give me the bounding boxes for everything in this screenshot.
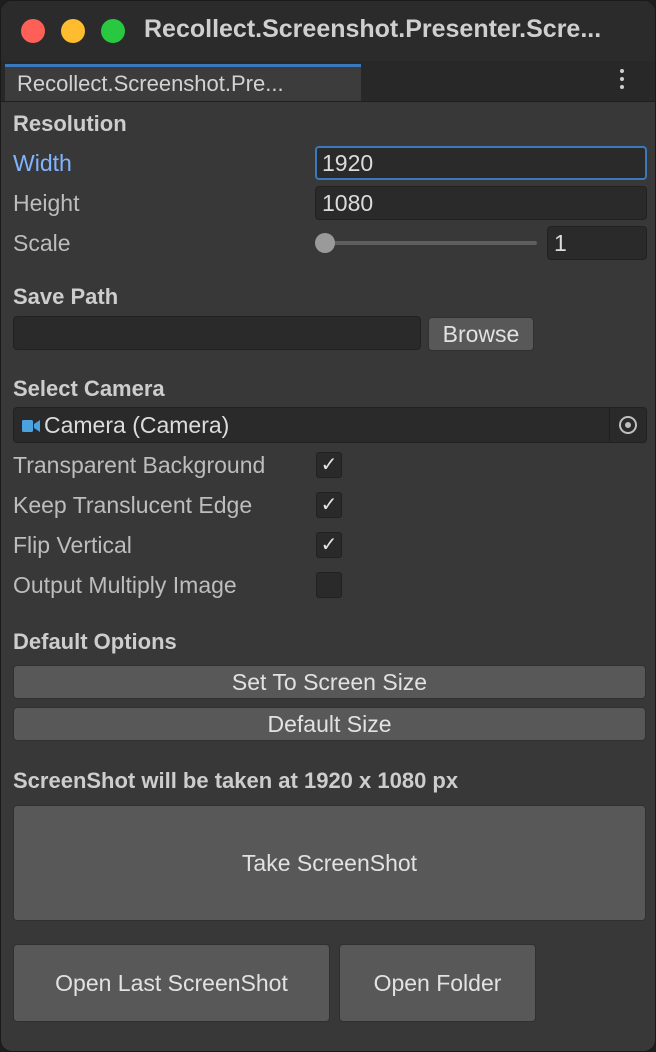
- option-label-output-multiply-image: Output Multiply Image: [13, 572, 237, 598]
- output-multiply-image-checkbox[interactable]: [316, 572, 342, 598]
- kebab-menu-icon[interactable]: [619, 69, 625, 93]
- option-label-keep-translucent-edge: Keep Translucent Edge: [13, 492, 253, 518]
- scale-label: Scale: [13, 230, 71, 256]
- tab-strip: Recollect.Screenshot.Pre...: [1, 61, 655, 102]
- option-label-flip-vertical: Flip Vertical: [13, 532, 132, 558]
- width-input[interactable]: 1920: [315, 146, 647, 180]
- checkmark-icon: ✓: [320, 534, 338, 556]
- save-path-input[interactable]: [13, 316, 421, 350]
- title-bar[interactable]: Recollect.Screenshot.Presenter.Scre...: [1, 1, 655, 61]
- tab-screenshot-presenter[interactable]: Recollect.Screenshot.Pre...: [5, 64, 361, 101]
- default-options-heading: Default Options: [13, 629, 177, 654]
- screenshot-status-text: ScreenShot will be taken at 1920 x 1080 …: [13, 768, 459, 793]
- window-title: Recollect.Screenshot.Presenter.Scre...: [144, 15, 602, 43]
- height-label: Height: [13, 190, 80, 216]
- select-camera-heading: Select Camera: [13, 376, 165, 401]
- close-window-button[interactable]: [21, 19, 45, 43]
- object-picker-icon[interactable]: [619, 416, 637, 434]
- browse-button[interactable]: Browse: [428, 317, 534, 351]
- open-last-screenshot-button[interactable]: Open Last ScreenShot: [13, 944, 330, 1022]
- minimize-window-button[interactable]: [61, 19, 85, 43]
- width-label: Width: [13, 150, 72, 176]
- checkmark-icon: ✓: [320, 494, 338, 516]
- save-path-heading: Save Path: [13, 284, 119, 309]
- transparent-background-checkbox[interactable]: ✓: [316, 452, 342, 478]
- option-label-transparent-background: Transparent Background: [13, 452, 266, 478]
- checkmark-icon: ✓: [320, 454, 338, 476]
- picker-separator: [609, 408, 610, 442]
- take-screenshot-button[interactable]: Take ScreenShot: [13, 805, 646, 921]
- set-to-screen-size-button[interactable]: Set To Screen Size: [13, 665, 646, 699]
- scale-slider-thumb[interactable]: [315, 233, 335, 253]
- flip-vertical-checkbox[interactable]: ✓: [316, 532, 342, 558]
- height-input[interactable]: 1080: [315, 186, 647, 220]
- camera-object-field[interactable]: Camera (Camera): [13, 407, 647, 443]
- scale-input[interactable]: 1: [547, 226, 647, 260]
- maximize-window-button[interactable]: [101, 19, 125, 43]
- resolution-heading: Resolution: [13, 111, 127, 136]
- default-size-button[interactable]: Default Size: [13, 707, 646, 741]
- scale-slider-track[interactable]: [319, 241, 537, 245]
- editor-window: Recollect.Screenshot.Presenter.Scre... R…: [0, 0, 656, 1052]
- camera-field-value: Camera (Camera): [44, 412, 230, 438]
- open-folder-button[interactable]: Open Folder: [339, 944, 536, 1022]
- keep-translucent-edge-checkbox[interactable]: ✓: [316, 492, 342, 518]
- camera-icon: [22, 420, 40, 432]
